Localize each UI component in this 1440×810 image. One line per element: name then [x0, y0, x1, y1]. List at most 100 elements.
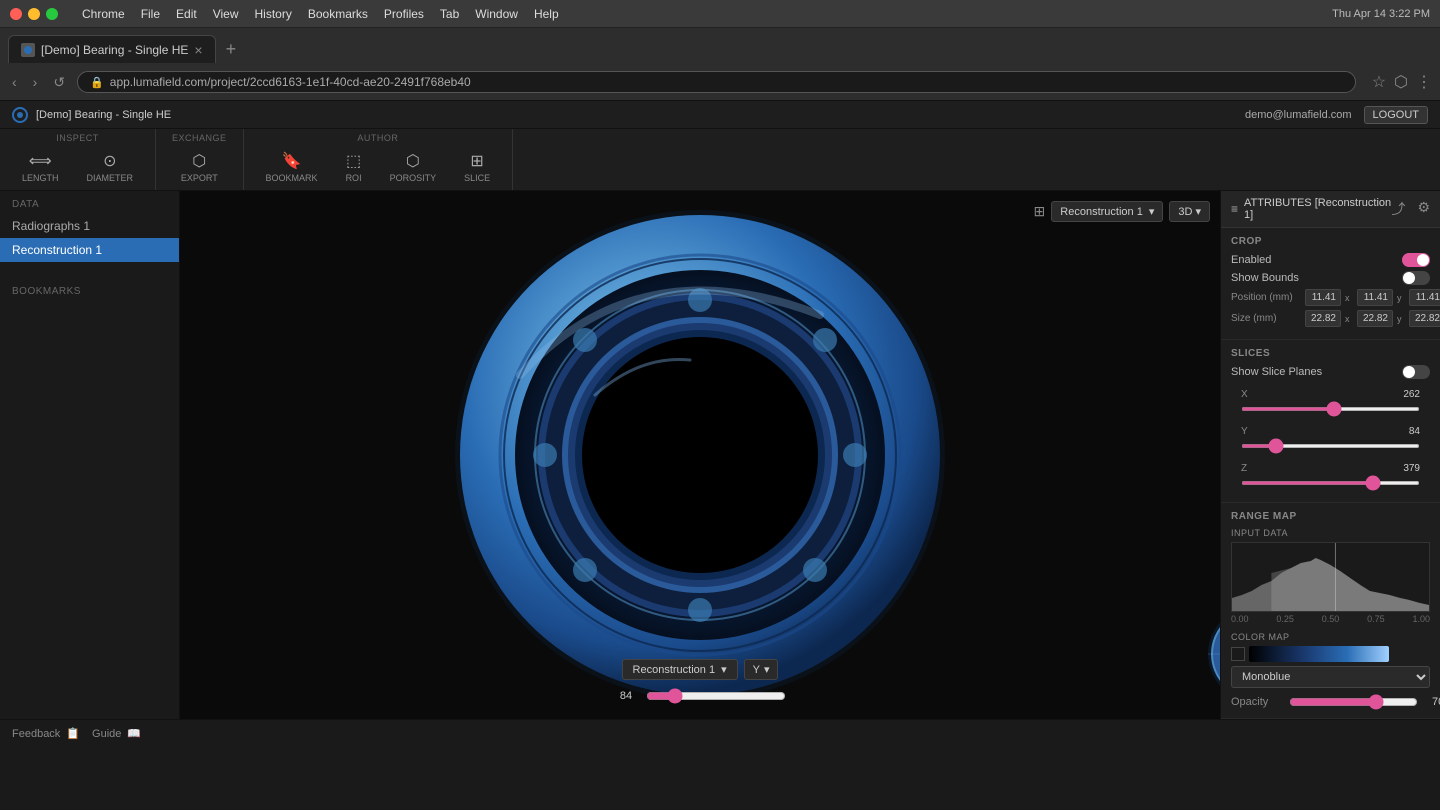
toolbar-exchange-section: EXCHANGE ⬡ EXPORT [156, 129, 244, 190]
color-map-label: COLOR MAP [1231, 632, 1430, 642]
more-options-icon[interactable]: ⋮ [1416, 72, 1432, 92]
roi-icon: ⬚ [346, 151, 361, 171]
back-button[interactable]: ‹ [8, 74, 21, 90]
exchange-items: ⬡ EXPORT [175, 147, 224, 187]
logout-button[interactable]: LOGOUT [1364, 106, 1428, 124]
porosity-tool[interactable]: ⬡ POROSITY [384, 147, 443, 187]
slice-label: SLICE [464, 173, 490, 183]
crop-title: Crop [1231, 236, 1430, 247]
position-x-input[interactable] [1305, 289, 1341, 306]
extensions-icon[interactable]: ⬡ [1394, 72, 1408, 92]
y-axis-slider-label: Y [1241, 426, 1248, 437]
menu-window[interactable]: Window [475, 7, 518, 21]
show-slice-planes-row: Show Slice Planes [1231, 365, 1430, 379]
user-email: demo@lumafield.com [1245, 109, 1352, 121]
guide-button[interactable]: Guide 📖 [92, 727, 141, 740]
toolbar-author-section: AUTHOR 🔖 BOOKMARK ⬚ ROI ⬡ POROSITY ⊞ SLI… [244, 129, 514, 190]
position-z-input[interactable] [1409, 289, 1440, 306]
toolbar-inspect-section: INSPECT ⟺ LENGTH ⊙ DIAMETER [0, 129, 156, 190]
sidebar-item-radiographs[interactable]: Radiographs 1 [0, 214, 179, 238]
sidebar-item-reconstruction[interactable]: Reconstruction 1 [0, 238, 179, 262]
opacity-slider[interactable] [1289, 694, 1418, 710]
menu-help[interactable]: Help [534, 7, 559, 21]
share-icon[interactable]: ⤴ [1391, 199, 1405, 219]
reload-button[interactable]: ↺ [49, 74, 69, 91]
menu-profiles[interactable]: Profiles [384, 7, 424, 21]
attributes-label-icon: ≡ [1231, 202, 1238, 216]
position-mm-label: Position (mm) [1231, 292, 1301, 303]
size-z-input[interactable] [1409, 310, 1440, 327]
slice-slider-row: 84 [614, 688, 786, 704]
bottom-recon-arrow-icon: ▾ [721, 663, 727, 676]
x-slice-slider[interactable] [1241, 407, 1420, 411]
macos-bar: Chrome File Edit View History Bookmarks … [0, 0, 1440, 28]
y-axis-label: y [1397, 293, 1405, 303]
viewport[interactable]: ⊞ Reconstruction 1 ▾ 3D ▾ [180, 191, 1220, 719]
position-y-input[interactable] [1357, 289, 1393, 306]
diameter-icon: ⊙ [103, 151, 116, 171]
bookmark-star-icon[interactable]: ☆ [1372, 72, 1386, 92]
settings-icon[interactable]: ⚙ [1417, 199, 1430, 219]
tab-title: [Demo] Bearing - Single HE [41, 43, 188, 57]
window-controls[interactable] [10, 8, 58, 20]
app-title: [Demo] Bearing - Single HE [36, 109, 171, 121]
menu-history[interactable]: History [255, 7, 292, 21]
menu-tab[interactable]: Tab [440, 7, 459, 21]
bottom-reconstruction-select[interactable]: Reconstruction 1 ▾ [622, 659, 738, 680]
size-row: Size (mm) x y z [1231, 310, 1430, 327]
menu-bookmarks[interactable]: Bookmarks [308, 7, 368, 21]
export-tool[interactable]: ⬡ EXPORT [175, 147, 224, 187]
menu-view[interactable]: View [213, 7, 239, 21]
range-map-section: Range Map INPUT DATA 0.00 0.25 0.5 [1221, 503, 1440, 719]
show-slice-planes-toggle[interactable] [1402, 365, 1430, 379]
inspect-items: ⟺ LENGTH ⊙ DIAMETER [16, 147, 139, 187]
size-x-input[interactable] [1305, 310, 1341, 327]
reconstruction-select[interactable]: Reconstruction 1 ▾ [1051, 201, 1163, 222]
bookmark-tool[interactable]: 🔖 BOOKMARK [260, 147, 324, 187]
app-title-bar: [Demo] Bearing - Single HE [12, 107, 171, 123]
menu-file[interactable]: File [141, 7, 160, 21]
export-label: EXPORT [181, 173, 218, 183]
minimize-button[interactable] [28, 8, 40, 20]
forward-button[interactable]: › [29, 74, 42, 90]
menu-edit[interactable]: Edit [176, 7, 197, 21]
bottom-controls: Reconstruction 1 ▾ Y ▾ 84 [614, 659, 786, 704]
axis-050: 0.50 [1322, 614, 1340, 624]
axis-select[interactable]: Y ▾ [744, 659, 779, 680]
slice-number: 84 [614, 690, 638, 702]
feedback-button[interactable]: Feedback 📋 [12, 727, 80, 740]
macos-menu[interactable]: Chrome File Edit View History Bookmarks … [82, 7, 559, 21]
slice-slider[interactable] [646, 688, 786, 704]
app-topbar-right: demo@lumafield.com LOGOUT [1245, 106, 1428, 124]
show-bounds-row: Show Bounds [1231, 271, 1430, 285]
macos-datetime: Thu Apr 14 3:22 PM [1332, 8, 1430, 20]
enabled-toggle-knob [1417, 254, 1429, 266]
y-slice-slider[interactable] [1241, 444, 1420, 448]
view-mode-select[interactable]: 3D ▾ [1169, 201, 1210, 222]
new-tab-button[interactable]: + [220, 39, 243, 60]
z-slice-slider[interactable] [1241, 481, 1420, 485]
address-bar: ‹ › ↺ 🔒 app.lumafield.com/project/2ccd61… [0, 64, 1440, 100]
url-bar[interactable]: 🔒 app.lumafield.com/project/2ccd6163-1e1… [77, 71, 1356, 93]
z-slider-header: Z 379 [1241, 463, 1420, 474]
panel-toggle-icon[interactable]: ⊞ [1034, 203, 1046, 220]
active-tab[interactable]: [Demo] Bearing - Single HE × [8, 35, 216, 63]
enabled-toggle[interactable] [1402, 253, 1430, 267]
slice-tool[interactable]: ⊞ SLICE [458, 147, 496, 187]
colormap-select[interactable]: Monoblue [1231, 666, 1430, 688]
colormap-black-end [1231, 647, 1245, 661]
roi-tool[interactable]: ⬚ ROI [340, 147, 368, 187]
author-items: 🔖 BOOKMARK ⬚ ROI ⬡ POROSITY ⊞ SLICE [260, 147, 497, 187]
length-tool[interactable]: ⟺ LENGTH [16, 147, 65, 187]
app-topbar: [Demo] Bearing - Single HE demo@lumafiel… [0, 101, 1440, 129]
menu-chrome[interactable]: Chrome [82, 7, 125, 21]
close-button[interactable] [10, 8, 22, 20]
diameter-tool[interactable]: ⊙ DIAMETER [81, 147, 140, 187]
opacity-value: 70% [1426, 696, 1440, 708]
fullscreen-button[interactable] [46, 8, 58, 20]
range-map-title: Range Map [1231, 511, 1430, 522]
tab-close-button[interactable]: × [194, 42, 202, 58]
size-y-input[interactable] [1357, 310, 1393, 327]
bookmark-icon: 🔖 [282, 151, 302, 171]
show-bounds-toggle[interactable] [1402, 271, 1430, 285]
